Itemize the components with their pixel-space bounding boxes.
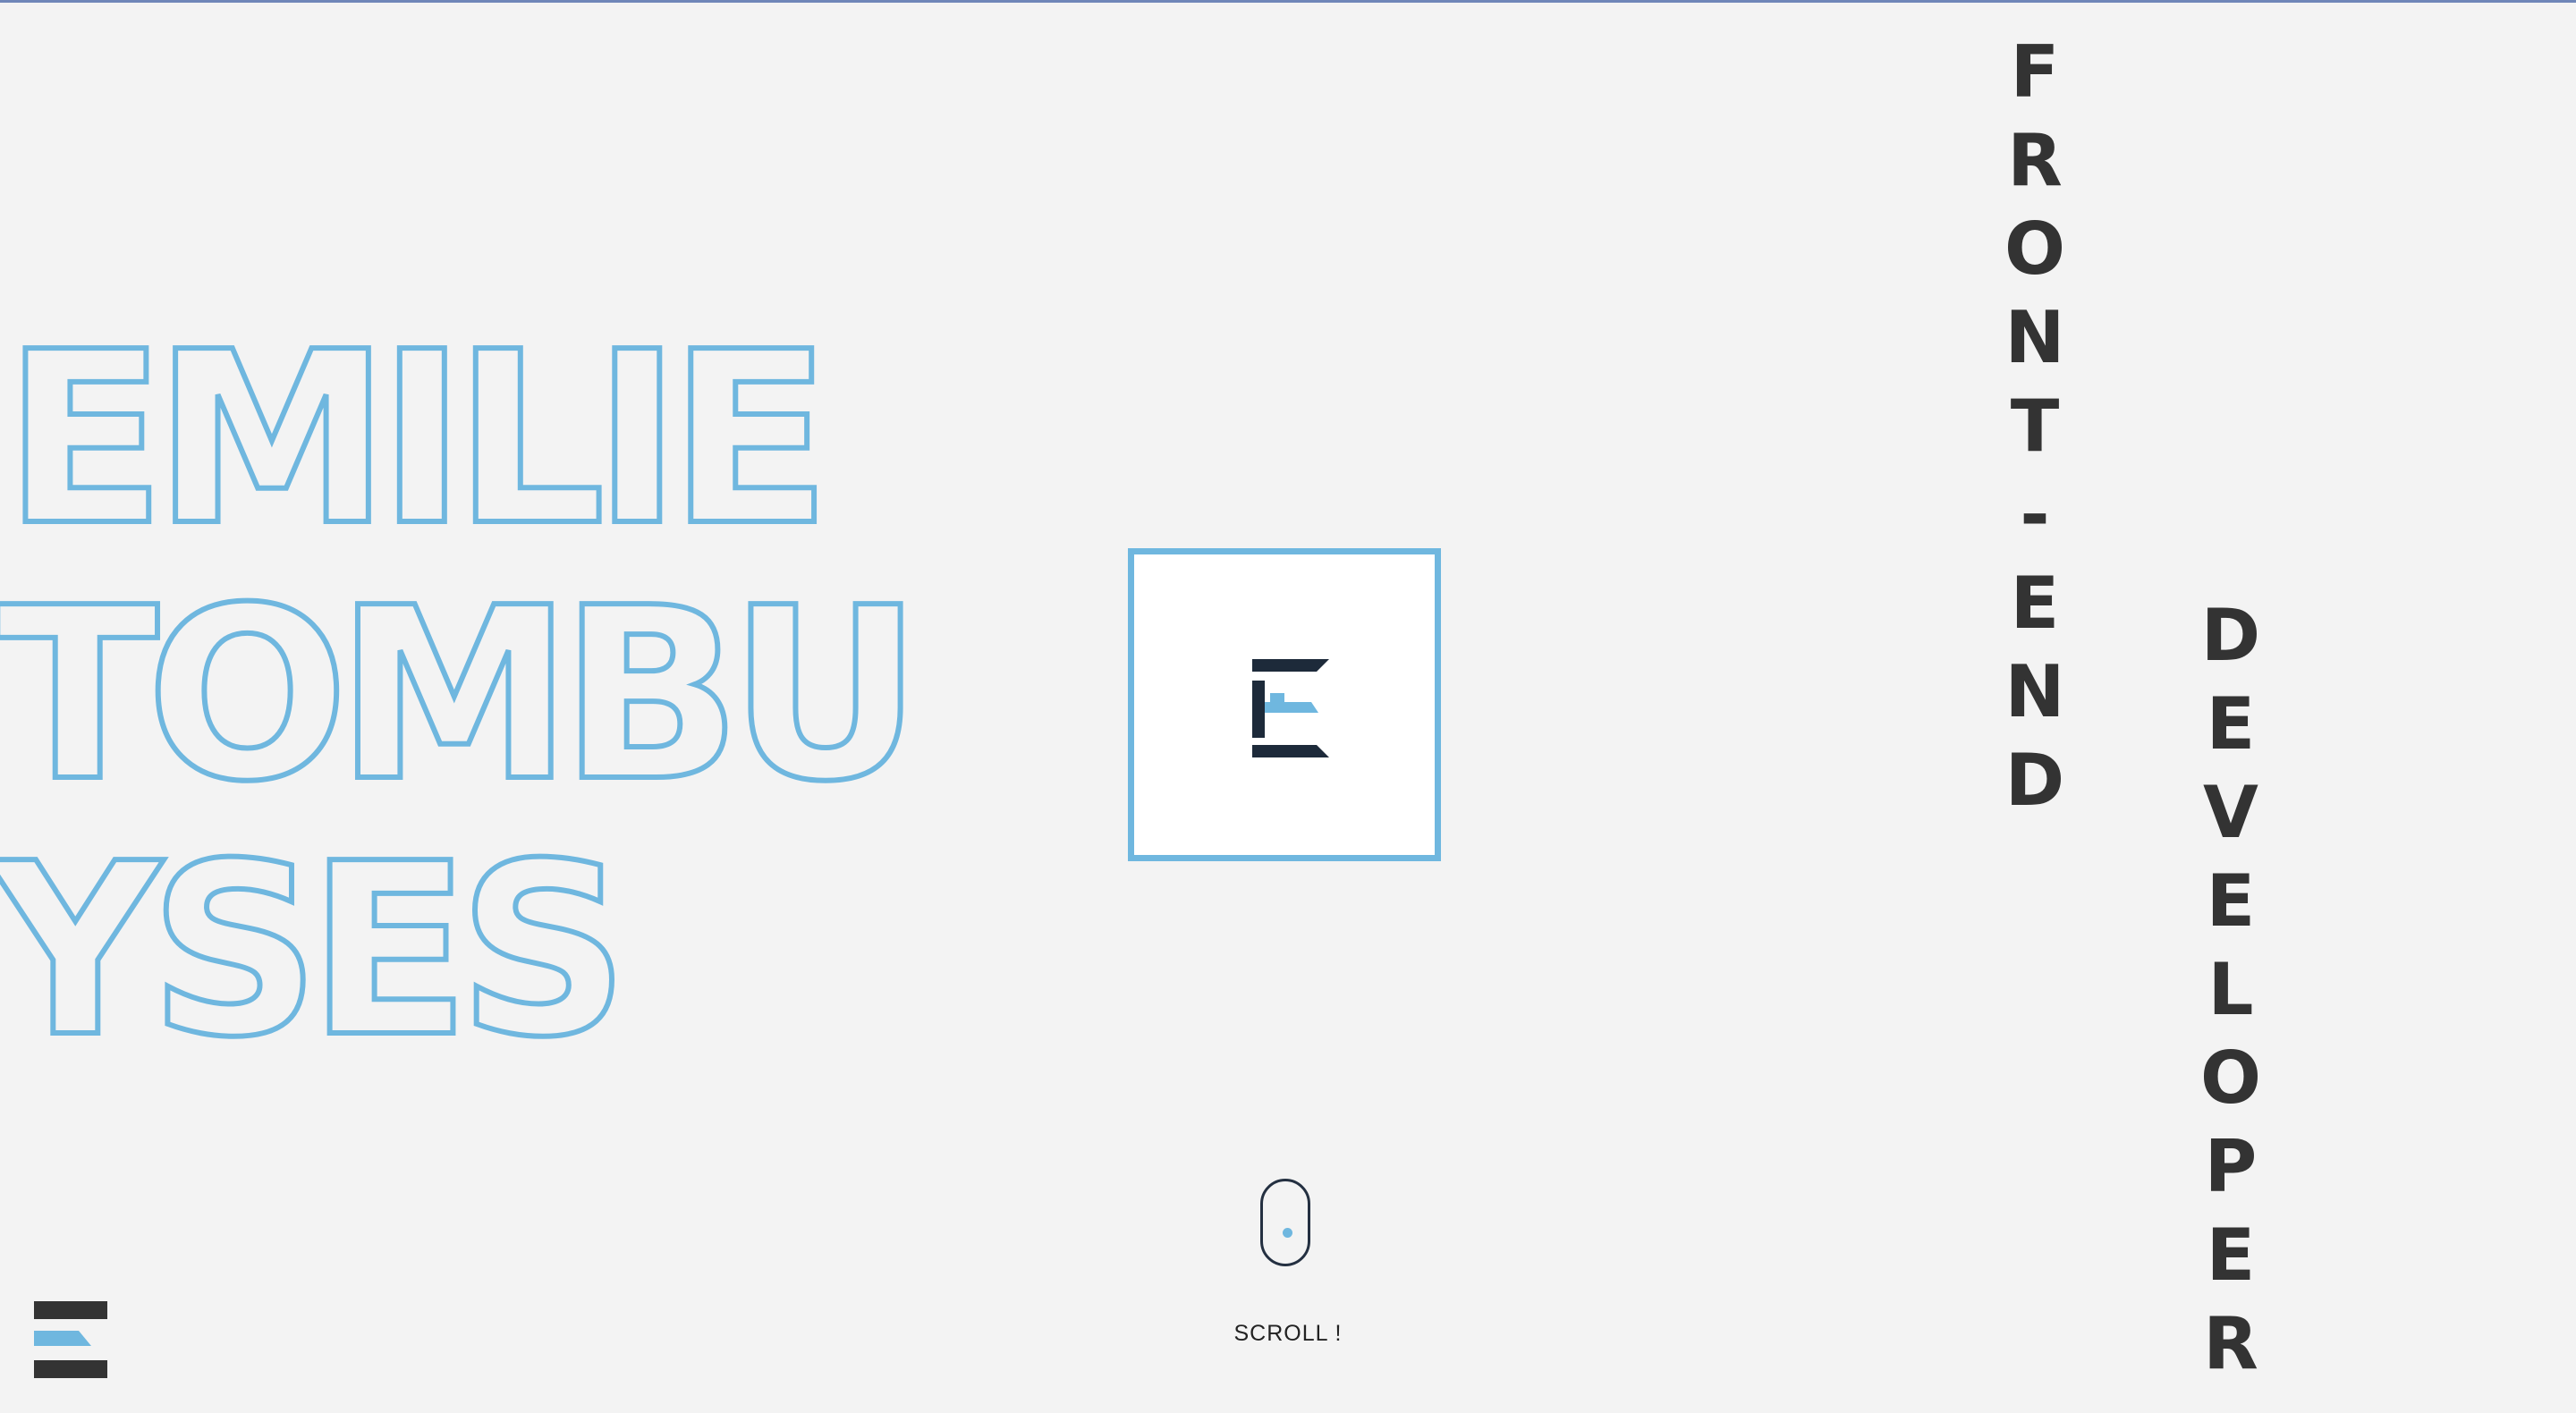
role-front-end-letter: D [2004,739,2065,822]
hero-name: EMILIE TOMBU YSES [0,298,925,1092]
hero-name-line-3: YSES [0,812,616,1089]
role-front-end-letter: O [2004,207,2065,291]
role-developer-letter: E [2206,1214,2256,1297]
role-developer-letter: E [2206,682,2256,766]
role-front-end-letter: N [2004,650,2065,733]
role-front-end-letter: R [2007,119,2063,202]
role-front-end-letter: T [2010,385,2060,468]
role-developer-letter: E [2206,859,2256,943]
e-monogram-icon [1252,659,1329,757]
hero-name-line-1: EMILIE [4,300,819,578]
role-front-end-letter: E [2010,562,2060,645]
role-developer-letter: P [2204,1125,2258,1208]
role-front-end-letter: F [2010,30,2060,114]
role-developer-letter: D [2200,594,2261,677]
role-front-end-letter: - [2020,473,2050,556]
mouse-wheel-dot [1283,1228,1292,1238]
mouse-icon[interactable] [1260,1179,1310,1266]
hero-name-line-2: TOMBU [0,556,910,833]
logo-card[interactable] [1128,548,1441,861]
role-developer-letter: V [2203,771,2258,854]
role-developer-letter: L [2207,948,2254,1031]
role-developer: D E V E L O P E R [2164,591,2298,1388]
hamburger-menu-icon[interactable] [34,1301,109,1378]
role-developer-letter: O [2199,1036,2261,1120]
role-developer-letter: R [2203,1302,2258,1385]
role-front-end: F R O N T - E N D [1968,28,2102,825]
scroll-label[interactable]: SCROLL ! [1199,1321,1377,1347]
role-front-end-letter: N [2004,296,2065,379]
